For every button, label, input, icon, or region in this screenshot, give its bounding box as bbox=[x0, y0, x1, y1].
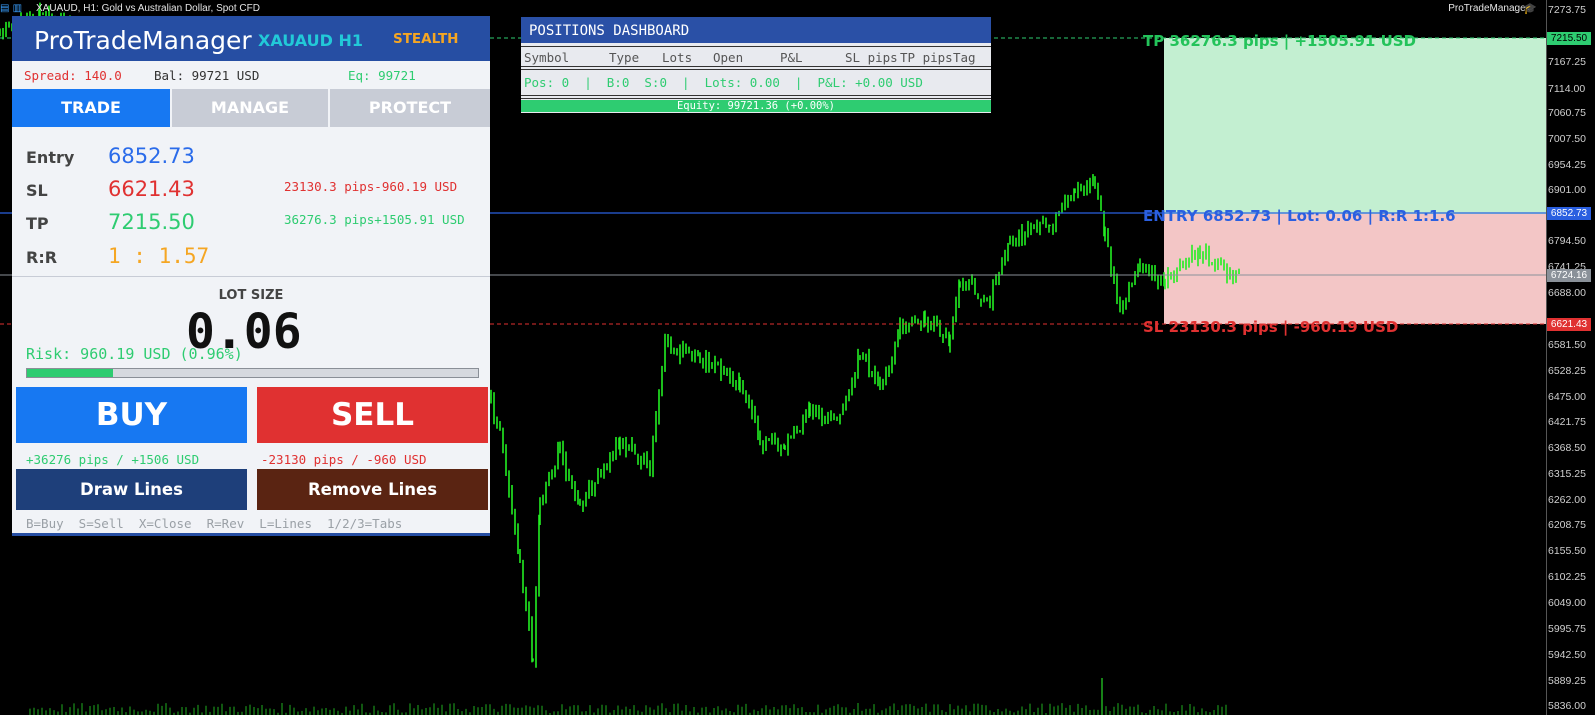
hotkey-hints: B=Buy S=Sell X=Close R=Rev L=Lines 1/2/3… bbox=[26, 516, 403, 531]
chart-menu-icon[interactable]: ▤ ▥ bbox=[0, 3, 22, 14]
price-tick: 6049.00 bbox=[1548, 597, 1586, 609]
dashboard-rule bbox=[521, 66, 991, 67]
col-pnl: P&L bbox=[780, 50, 803, 65]
sl-zone bbox=[1164, 214, 1546, 324]
price-tick: 6581.50 bbox=[1548, 339, 1586, 351]
price-tick: 5836.00 bbox=[1548, 700, 1586, 712]
draw-lines-button[interactable]: Draw Lines bbox=[16, 469, 247, 510]
dashboard-header[interactable]: POSITIONS DASHBOARD bbox=[521, 17, 991, 43]
price-tick: 6102.25 bbox=[1548, 571, 1586, 583]
entry-price-tag: 6852.73 bbox=[1547, 207, 1591, 220]
tp-line-label: TP 36276.3 pips | +1505.91 USD bbox=[1143, 32, 1417, 50]
price-tick: 7007.50 bbox=[1548, 133, 1586, 145]
sell-button[interactable]: SELL bbox=[257, 387, 488, 443]
tp-value[interactable]: 7215.50 bbox=[108, 210, 195, 234]
risk-info: Risk: 960.19 USD (0.96%) bbox=[26, 345, 243, 363]
dashboard-rule bbox=[521, 98, 991, 99]
col-open: Open bbox=[713, 50, 744, 65]
buy-button[interactable]: BUY bbox=[16, 387, 247, 443]
rr-label: R:R bbox=[26, 248, 58, 267]
price-tick: 6475.00 bbox=[1548, 391, 1586, 403]
price-tick: 7060.75 bbox=[1548, 107, 1586, 119]
col-tag: Tag bbox=[953, 50, 976, 65]
entry-value[interactable]: 6852.73 bbox=[108, 144, 195, 168]
price-tick: 6794.50 bbox=[1548, 235, 1586, 247]
price-tick: 5995.75 bbox=[1548, 623, 1586, 635]
price-tick: 6208.75 bbox=[1548, 519, 1586, 531]
equity-bar: Equity: 99721.36 (+0.00%) bbox=[521, 100, 991, 112]
sl-value[interactable]: 6621.43 bbox=[108, 177, 195, 201]
dashboard-rule bbox=[521, 95, 991, 96]
price-tick: 6368.50 bbox=[1548, 442, 1586, 454]
entry-line-label: ENTRY 6852.73 | Lot: 0.06 | R:R 1:1.6 bbox=[1143, 207, 1456, 225]
tp-zone bbox=[1164, 38, 1546, 214]
sl-price-tag: 6621.43 bbox=[1547, 318, 1591, 331]
dashboard-rule bbox=[521, 46, 991, 47]
entry-label: Entry bbox=[26, 148, 75, 167]
panel-tabs: TRADE MANAGE PROTECT bbox=[12, 89, 490, 129]
dashboard-title: POSITIONS DASHBOARD bbox=[529, 23, 690, 39]
tab-manage[interactable]: MANAGE bbox=[172, 89, 328, 127]
price-tick: 6155.50 bbox=[1548, 545, 1586, 557]
expert-name: ProTradeManager bbox=[1448, 3, 1529, 14]
price-tick: 6528.25 bbox=[1548, 365, 1586, 377]
remove-lines-button[interactable]: Remove Lines bbox=[257, 469, 488, 510]
price-tick: 7273.75 bbox=[1548, 4, 1586, 16]
price-tick: 7114.00 bbox=[1548, 83, 1586, 95]
tp-pips-info: 36276.3 pips+1505.91 USD bbox=[284, 212, 465, 227]
price-tick: 5942.50 bbox=[1548, 649, 1586, 661]
stealth-badge[interactable]: STEALTH bbox=[393, 31, 458, 47]
panel-symbol: XAUAUD H1 bbox=[258, 31, 363, 50]
price-tick: 5889.25 bbox=[1548, 675, 1586, 687]
tp-price-tag: 7215.50 bbox=[1547, 32, 1591, 45]
tab-protect[interactable]: PROTECT bbox=[330, 89, 490, 127]
risk-bar-fill bbox=[27, 369, 113, 377]
sl-pips-info: 23130.3 pips-960.19 USD bbox=[284, 179, 458, 194]
lot-size-title: LOT SIZE bbox=[218, 288, 284, 303]
price-tick: 7167.25 bbox=[1548, 56, 1586, 68]
buy-info: +36276 pips / +1506 USD bbox=[26, 452, 200, 467]
spread-value: Spread: 140.0 bbox=[24, 68, 122, 83]
dashboard-rule bbox=[521, 69, 991, 70]
balance-value: Bal: 99721 USD bbox=[154, 68, 260, 83]
panel-divider bbox=[12, 276, 490, 277]
price-tick: 6954.25 bbox=[1548, 159, 1586, 171]
panel-brand: ProTradeManager bbox=[34, 26, 252, 55]
col-type: Type bbox=[609, 50, 640, 65]
equity-value: Eq: 99721 bbox=[348, 68, 416, 83]
chart-title: XAUAUD, H1: Gold vs Australian Dollar, S… bbox=[36, 3, 260, 14]
tp-label: TP bbox=[26, 214, 49, 233]
col-tp-pips: TP pips bbox=[900, 50, 953, 65]
sell-info: -23130 pips / -960 USD bbox=[261, 452, 427, 467]
current-price-tag: 6724.16 bbox=[1547, 269, 1591, 282]
price-tick: 6688.00 bbox=[1548, 287, 1586, 299]
col-symbol: Symbol bbox=[524, 50, 570, 65]
sl-label: SL bbox=[26, 181, 48, 200]
rr-value: 1 : 1.57 bbox=[108, 244, 210, 268]
risk-bar bbox=[26, 368, 479, 378]
sl-line-label: SL 23130.3 pips | -960.19 USD bbox=[1143, 318, 1399, 336]
price-tick: 6315.25 bbox=[1548, 468, 1586, 480]
price-tick: 6421.75 bbox=[1548, 416, 1586, 428]
dashboard-summary: Pos: 0 | B:0 S:0 | Lots: 0.00 | P&L: +0.… bbox=[524, 75, 923, 90]
col-lots: Lots bbox=[662, 50, 693, 65]
price-tick: 6262.00 bbox=[1548, 494, 1586, 506]
equity-text: Equity: 99721.36 (+0.00%) bbox=[676, 100, 836, 112]
tab-trade[interactable]: TRADE bbox=[12, 89, 170, 127]
panel-bottom-bar bbox=[12, 533, 490, 536]
col-sl-pips: SL pips bbox=[845, 50, 898, 65]
expert-hat-icon[interactable]: 🎓 bbox=[1523, 2, 1537, 15]
price-tick: 6901.00 bbox=[1548, 184, 1586, 196]
